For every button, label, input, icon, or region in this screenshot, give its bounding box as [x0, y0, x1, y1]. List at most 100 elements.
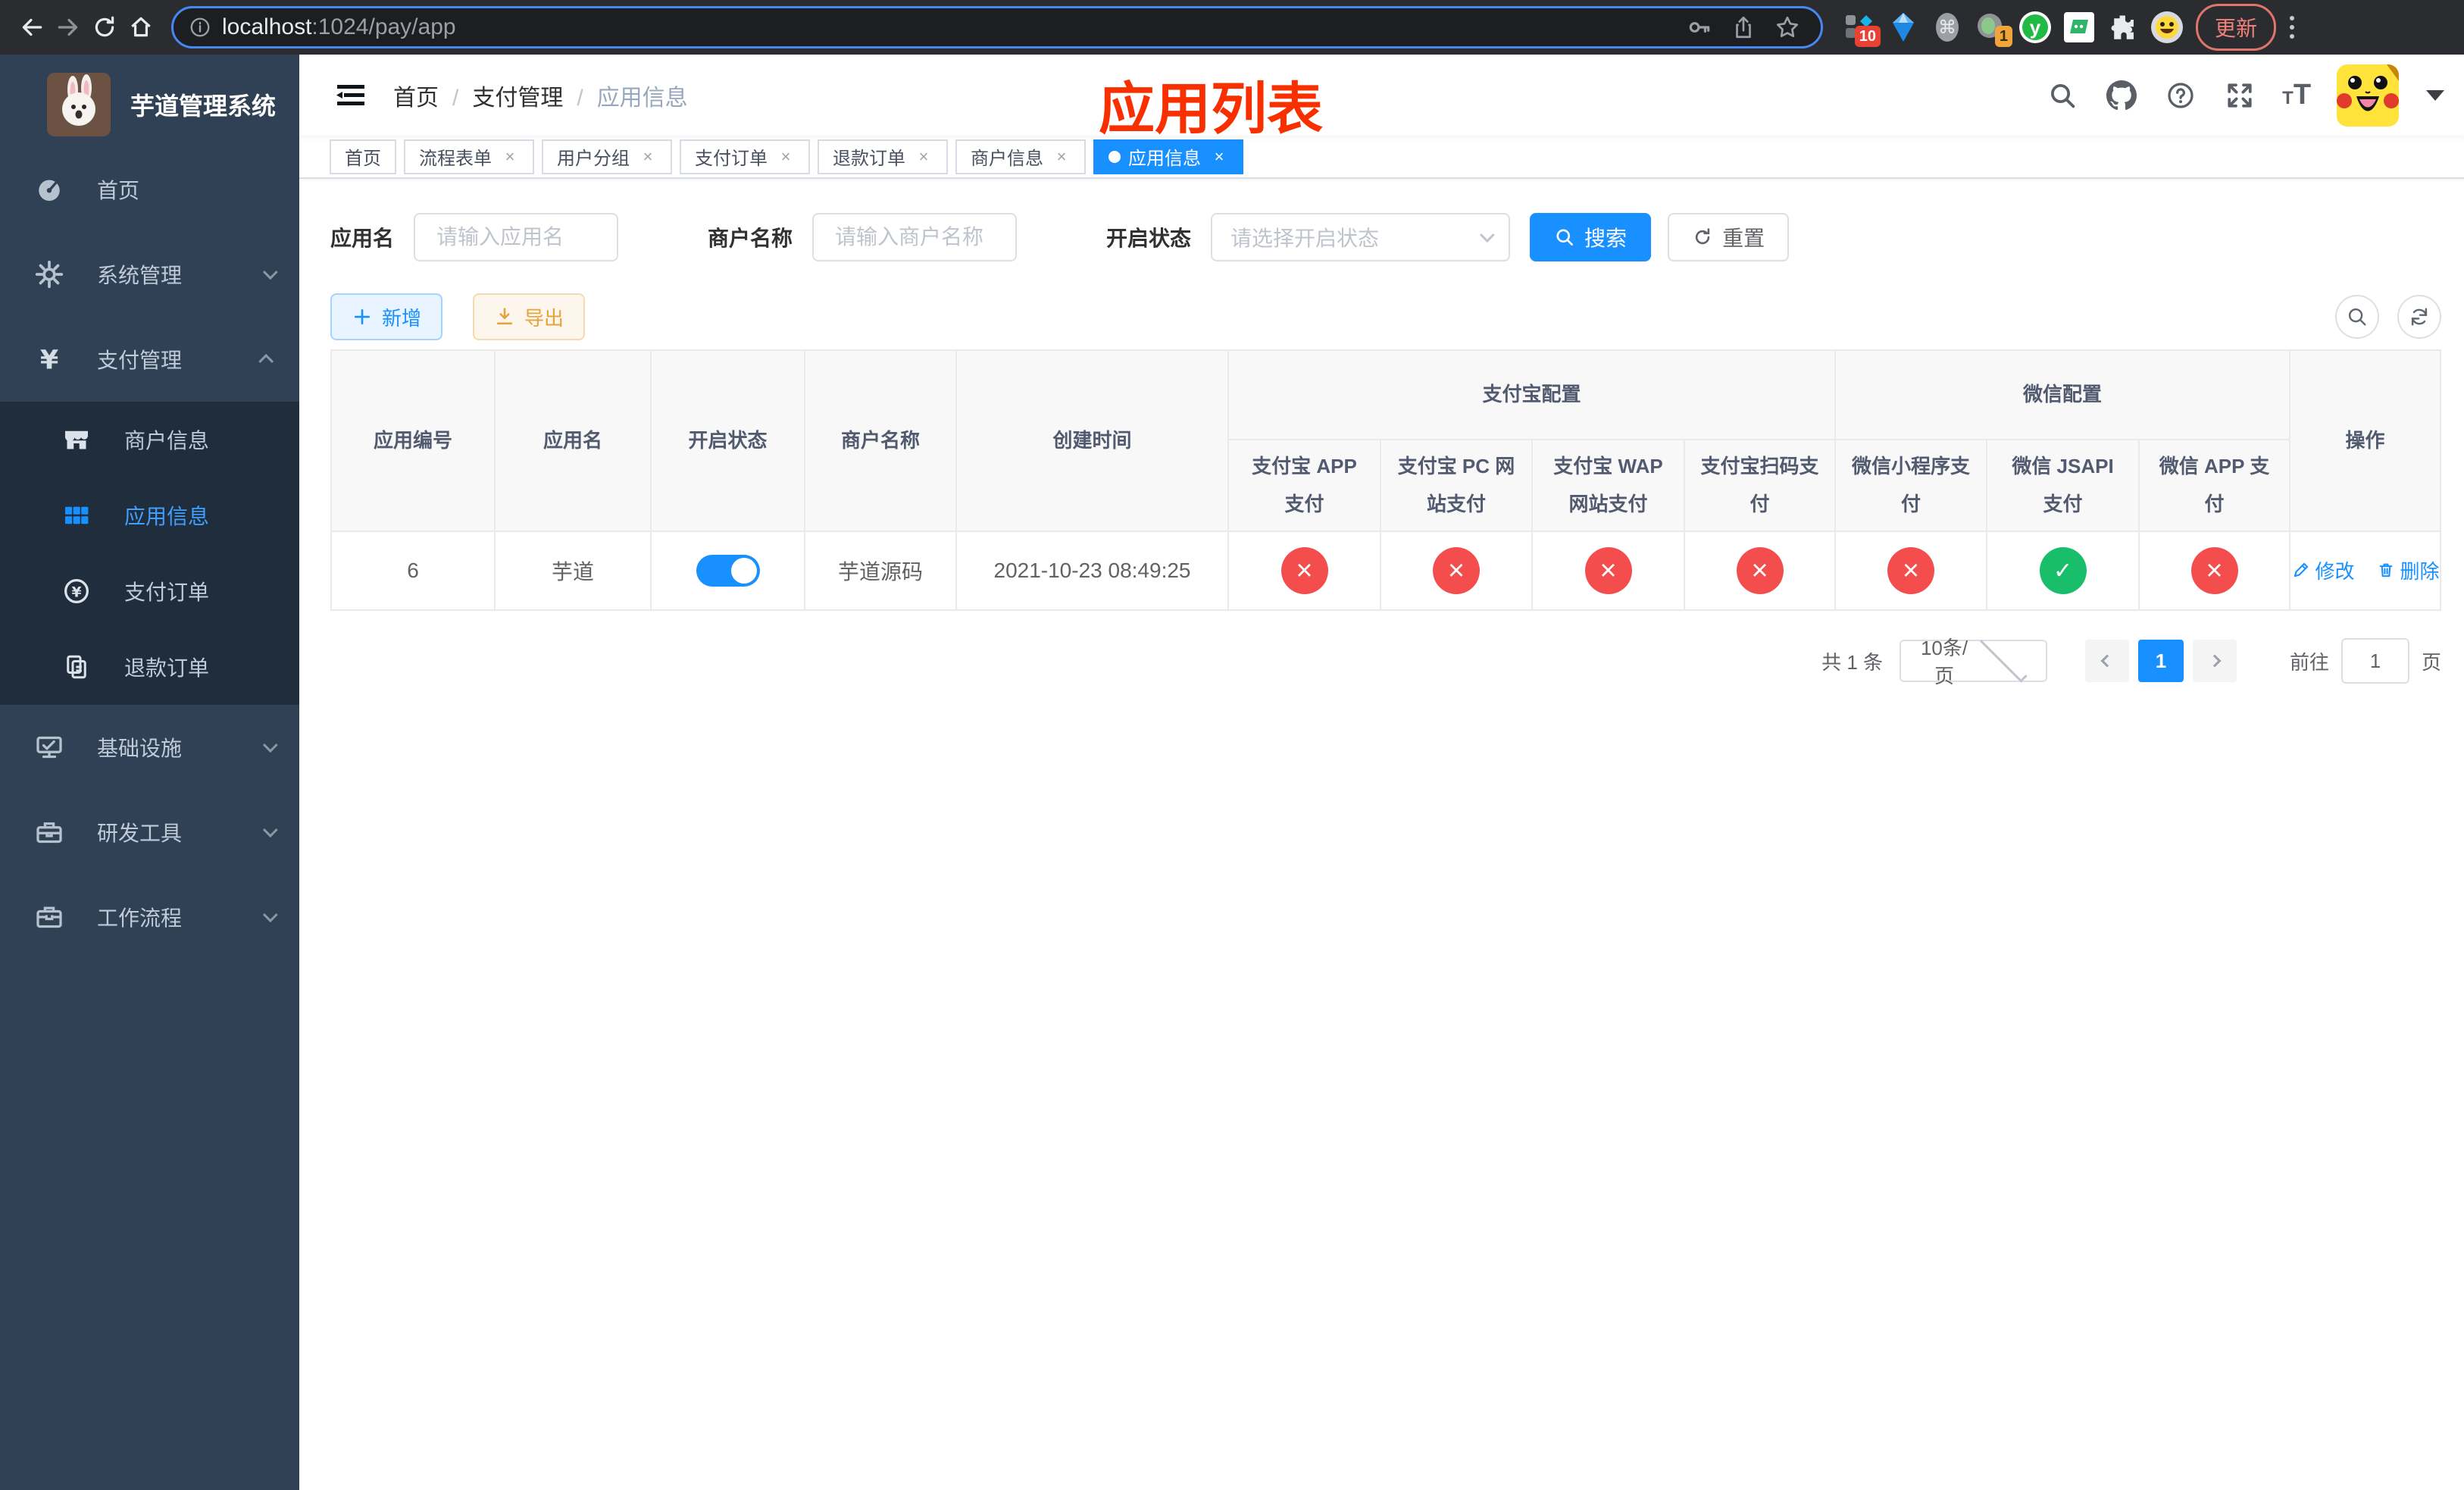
edit-pencil-icon — [2294, 563, 2308, 578]
sidebar-item-pay-orders[interactable]: ¥ 支付订单 — [0, 553, 299, 629]
svg-text:¥: ¥ — [40, 346, 58, 375]
extension-chat-icon[interactable] — [2062, 11, 2096, 44]
browser-menu-icon[interactable] — [2287, 11, 2297, 44]
url-bar[interactable]: localhost:1024/pay/app — [171, 6, 1823, 49]
app-shell: 芋道管理系统 首页 系统管理 ¥ 支付管理 商户信息 应用信息 ¥ 支付订单 退… — [0, 55, 2464, 1490]
status-select[interactable]: 请选择开启状态 — [1211, 213, 1511, 261]
home-icon[interactable] — [123, 9, 159, 45]
sidebar-item-home[interactable]: 首页 — [0, 147, 299, 232]
chevron-right-icon — [2208, 654, 2222, 668]
group-wechat-config: 微信配置 — [1834, 349, 2291, 440]
browser-profile-avatar[interactable] — [2150, 11, 2184, 44]
yen-icon: ¥ — [33, 343, 65, 375]
status-cross-icon — [1736, 547, 1784, 594]
extension-command-icon[interactable]: ⌘ — [1931, 11, 1964, 44]
show-search-button[interactable] — [2335, 295, 2380, 339]
sidebar-collapse-icon[interactable] — [334, 79, 367, 112]
page-size-select[interactable]: 10条/页 — [1900, 634, 2048, 687]
close-icon[interactable] — [1210, 148, 1228, 166]
reset-button[interactable]: 重置 — [1668, 213, 1790, 261]
bookmark-star-icon[interactable] — [1769, 9, 1806, 45]
tab-process-form[interactable]: 流程表单 — [404, 139, 534, 174]
svg-text:⌘: ⌘ — [1938, 17, 1956, 38]
font-size-icon[interactable]: TT — [2282, 79, 2311, 111]
goto-page-input[interactable] — [2341, 638, 2410, 684]
edit-link[interactable]: 修改 — [2291, 556, 2355, 584]
status-cross-icon — [2190, 547, 2238, 594]
sidebar-item-system[interactable]: 系统管理 — [0, 232, 299, 317]
main-area: 应用列表 首页 支付管理 应用信息 — [299, 55, 2464, 1490]
sidebar-item-app-info[interactable]: 应用信息 — [0, 477, 299, 553]
close-icon[interactable] — [1052, 148, 1071, 166]
next-page-button[interactable] — [2193, 640, 2237, 682]
breadcrumb: 首页 支付管理 应用信息 — [393, 79, 688, 112]
sidebar-item-merchant-info[interactable]: 商户信息 — [0, 402, 299, 477]
close-icon[interactable] — [501, 148, 519, 166]
tab-merchant-info[interactable]: 商户信息 — [955, 139, 1086, 174]
password-key-icon[interactable] — [1681, 9, 1718, 45]
back-icon[interactable] — [14, 9, 50, 45]
payment-submenu: 商户信息 应用信息 ¥ 支付订单 退款订单 — [0, 402, 299, 705]
tab-pay-orders[interactable]: 支付订单 — [680, 139, 810, 174]
page-number-1[interactable]: 1 — [2138, 640, 2184, 682]
app-title: 芋道管理系统 — [130, 92, 277, 120]
sidebar-item-infra[interactable]: 基础设施 — [0, 705, 299, 790]
tab-home[interactable]: 首页 — [330, 139, 396, 174]
close-icon[interactable] — [639, 148, 657, 166]
search-button[interactable]: 搜索 — [1530, 213, 1652, 261]
extension-camera-icon[interactable]: 1 — [1975, 11, 2012, 47]
search-icon[interactable] — [2046, 79, 2079, 112]
enabled-toggle[interactable] — [696, 555, 760, 587]
reload-icon[interactable] — [86, 9, 123, 45]
cell-wx-jsapi — [1986, 531, 2140, 611]
cell-merchant: 芋道源码 — [804, 531, 957, 611]
tab-refund-orders[interactable]: 退款订单 — [818, 139, 948, 174]
add-button[interactable]: 新增 — [330, 293, 443, 340]
refresh-table-button[interactable] — [2397, 295, 2442, 339]
sidebar-item-dev-tools[interactable]: 研发工具 — [0, 790, 299, 875]
extensions-puzzle-icon[interactable] — [2106, 11, 2140, 44]
col-alipay-pc: 支付宝 PC 网站支付 — [1380, 439, 1533, 532]
col-created: 创建时间 — [955, 349, 1229, 532]
extension-gem-icon[interactable] — [1887, 11, 1920, 44]
export-button[interactable]: 导出 — [473, 293, 586, 340]
extension-blocks-icon[interactable]: 10 — [1843, 11, 1881, 47]
forward-icon[interactable] — [50, 9, 86, 45]
apps-table: 应用编号 应用名 开启状态 商户名称 创建时间 支付宝配置 微信配置 操作 支付… — [330, 349, 2442, 611]
status-label: 开启状态 — [1106, 227, 1192, 250]
close-icon[interactable] — [915, 148, 933, 166]
github-icon[interactable] — [2105, 79, 2138, 112]
sidebar-item-refund-orders[interactable]: 退款订单 — [0, 629, 299, 705]
user-avatar[interactable] — [2337, 64, 2400, 127]
url-text[interactable]: localhost:1024/pay/app — [222, 14, 1674, 40]
store-icon — [61, 424, 92, 455]
merchant-name-input[interactable] — [812, 213, 1018, 261]
sidebar-item-payment[interactable]: ¥ 支付管理 — [0, 317, 299, 402]
extension-yudao-icon[interactable]: y — [2018, 11, 2052, 44]
fullscreen-icon[interactable] — [2223, 79, 2256, 112]
cell-actions: 修改 删除 — [2289, 531, 2442, 611]
group-alipay-config: 支付宝配置 — [1227, 349, 1837, 440]
table-toolbar: 新增 导出 — [330, 293, 2442, 340]
avatar-caret-icon[interactable] — [2426, 89, 2445, 101]
cell-alipay-qr — [1683, 531, 1837, 611]
breadcrumb-current: 应用信息 — [596, 85, 688, 111]
browser-update-button[interactable]: 更新 — [2196, 4, 2277, 51]
help-icon[interactable] — [2164, 79, 2197, 112]
delete-link[interactable]: 删除 — [2376, 556, 2440, 584]
sidebar: 芋道管理系统 首页 系统管理 ¥ 支付管理 商户信息 应用信息 ¥ 支付订单 退… — [0, 55, 299, 1490]
prev-page-button[interactable] — [2085, 640, 2130, 682]
close-icon[interactable] — [777, 148, 795, 166]
app-name-input[interactable] — [414, 213, 619, 261]
tab-user-group[interactable]: 用户分组 — [542, 139, 672, 174]
share-icon[interactable] — [1725, 9, 1762, 45]
sidebar-logo[interactable]: 芋道管理系统 — [0, 55, 299, 142]
breadcrumb-payment[interactable]: 支付管理 — [472, 79, 596, 112]
dashboard-gauge-icon — [33, 174, 65, 205]
extension-badge: 1 — [1994, 26, 2012, 47]
extensions-strip: 10 ⌘ 1 y — [1843, 11, 2184, 47]
sidebar-item-workflow[interactable]: 工作流程 — [0, 875, 299, 959]
documents-icon — [61, 651, 92, 683]
site-info-icon[interactable] — [189, 16, 211, 39]
breadcrumb-home[interactable]: 首页 — [393, 79, 472, 112]
